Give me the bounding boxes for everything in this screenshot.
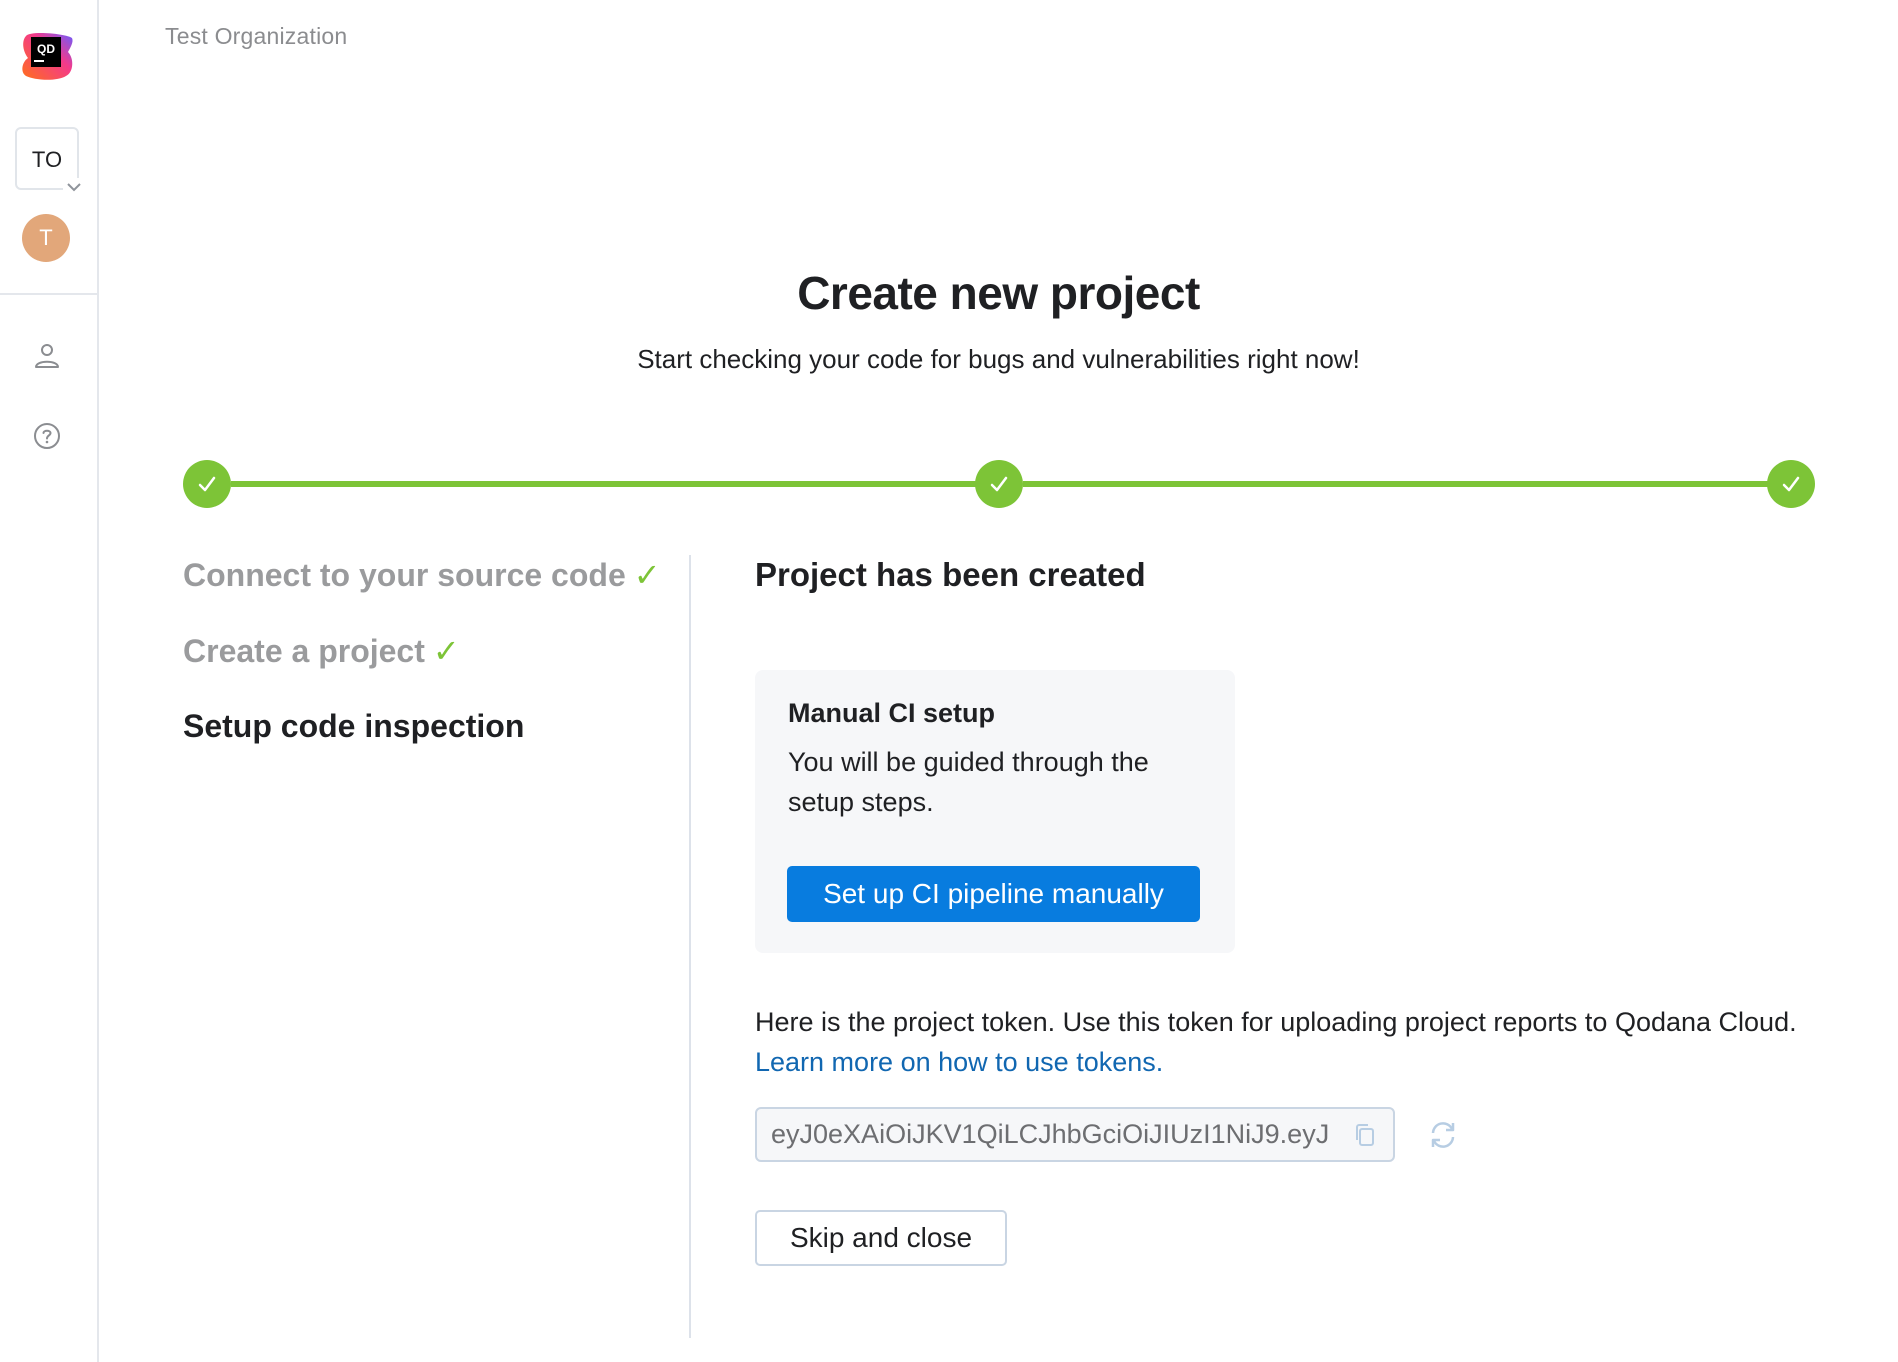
organization-initials: TO xyxy=(31,147,63,172)
check-icon: ✓ xyxy=(633,557,661,593)
step-label: Connect to your source code xyxy=(183,557,626,593)
token-description: Here is the project token. Use this toke… xyxy=(755,1002,1845,1082)
token-description-text: Here is the project token. Use this toke… xyxy=(755,1007,1797,1037)
stepper-connector-1 xyxy=(231,481,977,487)
skip-and-close-button[interactable]: Skip and close xyxy=(755,1210,1007,1266)
copy-icon xyxy=(1356,1124,1374,1146)
user-avatar[interactable]: T xyxy=(22,214,70,262)
check-icon xyxy=(990,476,1008,492)
regenerate-token-button[interactable] xyxy=(1426,1118,1460,1152)
organization-switcher[interactable]: TO xyxy=(15,127,85,196)
qodana-logo[interactable]: QD xyxy=(20,28,76,84)
check-icon xyxy=(1782,476,1800,492)
svg-text:QD: QD xyxy=(37,42,55,56)
profile-button[interactable] xyxy=(30,339,64,373)
chevron-down-icon xyxy=(63,178,85,196)
user-icon xyxy=(35,344,59,368)
avatar-initial: T xyxy=(39,225,53,250)
setup-ci-manually-button[interactable]: Set up CI pipeline manually xyxy=(787,866,1200,922)
step-3-indicator xyxy=(1767,460,1815,508)
page-subtitle: Start checking your code for bugs and vu… xyxy=(637,344,1360,374)
step-connect-source: Connect to your source code ✓ xyxy=(183,556,661,594)
refresh-icon xyxy=(1431,1122,1455,1148)
card-title: Manual CI setup xyxy=(788,698,996,728)
content-divider xyxy=(689,555,691,1338)
organization-name: Test Organization xyxy=(165,23,348,49)
step-create-project: Create a project ✓ xyxy=(183,632,460,670)
sidebar-divider xyxy=(0,293,99,295)
token-input[interactable] xyxy=(771,1109,1331,1160)
step-setup-inspection: Setup code inspection xyxy=(183,708,524,745)
page-title: Create new project xyxy=(797,267,1200,319)
manual-ci-card: Manual CI setup You will be guided throu… xyxy=(755,670,1235,953)
help-icon xyxy=(34,423,60,449)
sidebar: QD TO T xyxy=(0,0,99,1362)
section-title: Project has been created xyxy=(755,556,1146,593)
copy-token-button[interactable] xyxy=(1351,1121,1379,1149)
qodana-logo-icon: QD xyxy=(22,32,73,80)
help-button[interactable] xyxy=(30,419,64,453)
token-field xyxy=(755,1107,1395,1162)
card-description: You will be guided through the setup ste… xyxy=(788,747,1149,817)
step-label: Create a project xyxy=(183,633,425,669)
step-label: Setup code inspection xyxy=(183,708,525,744)
check-icon: ✓ xyxy=(432,633,460,669)
stepper-connector-2 xyxy=(1023,481,1769,487)
step-1-indicator xyxy=(183,460,231,508)
progress-stepper xyxy=(183,460,1815,510)
check-icon xyxy=(198,476,216,492)
step-2-indicator xyxy=(975,460,1023,508)
learn-more-tokens-link[interactable]: Learn more on how to use tokens. xyxy=(755,1047,1163,1077)
